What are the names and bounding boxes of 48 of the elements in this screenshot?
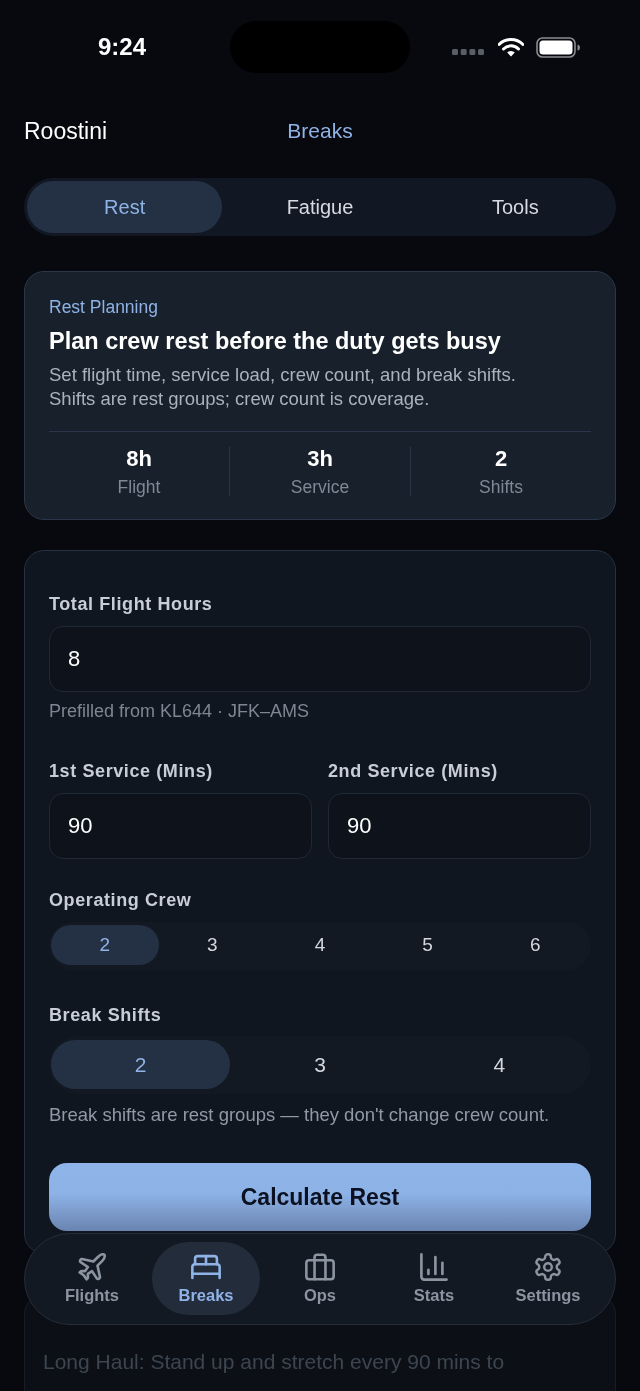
text-field[interactable]: 90 [328, 793, 591, 859]
page-title: Breaks [287, 119, 353, 143]
stat-value: 3h [307, 445, 333, 473]
tab[interactable]: Rest [27, 181, 223, 233]
segment-option[interactable]: 4 [409, 1040, 589, 1089]
calculate-button[interactable]: Calculate Rest [49, 1163, 591, 1231]
section-label: Rest Planning [49, 296, 159, 318]
status-time: 9:24 [97, 33, 146, 61]
field-hint: Prefilled from KL644 · JFK–AMS [49, 700, 311, 722]
bar-chart-icon [419, 1252, 449, 1281]
segment-option[interactable]: 3 [230, 1040, 410, 1089]
card-title: Plan crew rest before the duty gets busy [49, 327, 502, 356]
segment-option[interactable]: 2 [51, 925, 159, 965]
segment-option[interactable]: 3 [158, 925, 267, 965]
tab[interactable]: Fatigue [222, 181, 418, 233]
airplane-icon [77, 1252, 107, 1281]
card-description: Set flight time, service load, crew count, and break shifts. Shifts are rest groups; crew count is coverage. [49, 363, 517, 411]
wifi-icon [498, 37, 524, 57]
stat-label: Shifts [479, 476, 523, 498]
segment-option[interactable]: 6 [481, 925, 589, 965]
field-label: Break Shifts [49, 1004, 163, 1026]
bed-icon [191, 1252, 221, 1281]
tip-text: Long Haul: Stand up and stretch every 90 mins to [43, 1349, 506, 1375]
nav-tab[interactable]: Breaks [152, 1242, 260, 1315]
stat-label: Flight [117, 476, 161, 498]
field-label: Operating Crew [49, 889, 193, 911]
segment-option[interactable]: 5 [373, 925, 482, 965]
segment-option[interactable]: 2 [51, 1040, 231, 1089]
text-field[interactable]: 90 [49, 793, 312, 859]
tab[interactable]: Tools [417, 181, 613, 233]
field-label: 1st Service (Mins) [49, 760, 214, 782]
nav-tab[interactable]: Ops [266, 1242, 374, 1315]
text-field[interactable]: 8 [49, 626, 591, 692]
signal-icon [452, 49, 484, 55]
settings-icon [533, 1252, 563, 1281]
battery-icon [536, 36, 580, 58]
nav-tab[interactable]: Flights [38, 1242, 146, 1315]
stat-label: Service [290, 476, 350, 498]
nav-tab[interactable]: Stats [380, 1242, 488, 1315]
field-label: Total Flight Hours [49, 593, 214, 615]
stat-value: 8h [126, 445, 152, 473]
stat-value: 2 [494, 445, 508, 473]
field-note: Break shifts are rest groups — they don't change crew count. [49, 1104, 551, 1126]
nav-tab[interactable]: Settings [494, 1242, 602, 1315]
field-label: 2nd Service (Mins) [328, 760, 499, 782]
briefcase-icon [305, 1252, 335, 1281]
segment-option[interactable]: 4 [266, 925, 374, 965]
app-name: Roostini [24, 117, 108, 145]
